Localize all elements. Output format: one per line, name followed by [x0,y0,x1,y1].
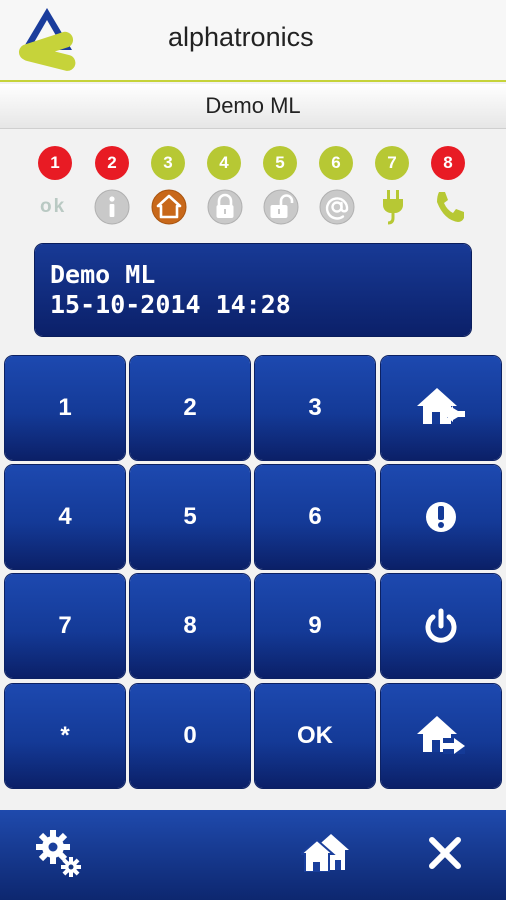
lock-icon[interactable] [206,188,244,226]
zone-8[interactable]: 8 [431,146,465,180]
settings-icon [36,830,81,877]
zone-2[interactable]: 2 [95,146,129,180]
zone-3[interactable]: 3 [151,146,185,180]
key-5[interactable]: 5 [130,465,250,569]
home-icon [301,834,349,872]
bottom-bar [0,810,506,900]
home-exit-icon [417,716,465,754]
key-1[interactable]: 1 [5,356,125,460]
panel-name: Demo ML [205,93,301,118]
zone-indicators: 1 2 3 4 5 6 7 8 [0,146,506,182]
alphatronics-logo [18,8,76,71]
key-star[interactable]: * [5,684,125,788]
home-exit-button[interactable] [381,684,501,788]
key-4[interactable]: 4 [5,465,125,569]
zone-6[interactable]: 6 [319,146,353,180]
zone-7[interactable]: 7 [375,146,409,180]
display-line-2: 15-10-2014 14:28 [50,290,291,319]
zone-1[interactable]: 1 [38,146,72,180]
key-ok[interactable]: OK [255,684,375,788]
status-icons [0,188,506,228]
key-6[interactable]: 6 [255,465,375,569]
key-8[interactable]: 8 [130,574,250,678]
key-0[interactable]: 0 [130,684,250,788]
zone-5[interactable]: 5 [263,146,297,180]
alert-button[interactable] [381,465,501,569]
home-button[interactable] [258,810,384,900]
key-9[interactable]: 9 [255,574,375,678]
phone-icon[interactable] [430,188,468,226]
close-button[interactable] [384,810,506,900]
settings-button[interactable] [0,810,126,900]
app-title: alphatronics [168,22,314,52]
home-icon[interactable] [150,188,188,226]
display-line-1: Demo ML [50,260,156,289]
at-icon[interactable] [318,188,356,226]
panel-name-header: Demo ML [0,84,506,129]
power-plug-icon[interactable] [374,188,412,226]
key-2[interactable]: 2 [130,356,250,460]
alert-icon [426,502,456,532]
panel-display: Demo ML 15-10-2014 14:28 [35,244,471,336]
zone-4[interactable]: 4 [207,146,241,180]
power-icon [425,608,457,643]
power-button[interactable] [381,574,501,678]
close-icon [429,837,461,869]
info-icon[interactable] [93,188,131,226]
key-3[interactable]: 3 [255,356,375,460]
unlock-icon[interactable] [262,188,300,226]
home-enter-button[interactable] [381,356,501,460]
app-bar: alphatronics [0,0,506,82]
home-enter-icon [417,388,465,424]
key-7[interactable]: 7 [5,574,125,678]
